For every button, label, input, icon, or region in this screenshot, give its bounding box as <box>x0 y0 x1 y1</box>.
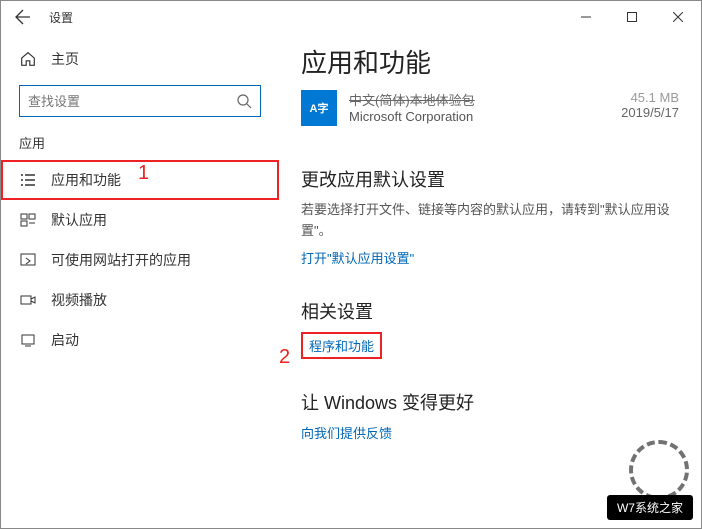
minimize-icon <box>581 12 591 22</box>
open-defaults-link[interactable]: 打开"默认应用设置" <box>301 248 414 267</box>
app-left: A字 中文(简体)本地体验包 Microsoft Corporation <box>301 90 475 126</box>
home-icon <box>19 50 37 68</box>
programs-features-link[interactable]: 程序和功能 <box>301 332 382 359</box>
app-right: 45.1 MB 2019/5/17 <box>621 90 679 120</box>
sidebar-item-default-apps[interactable]: 默认应用 <box>1 200 279 240</box>
close-icon <box>673 12 683 22</box>
sidebar-item-startup[interactable]: 启动 <box>1 320 279 360</box>
search-icon <box>236 93 252 109</box>
titlebar-left: 设置 <box>9 3 73 31</box>
list-icon <box>19 171 37 189</box>
home-link[interactable]: 主页 <box>1 43 279 75</box>
maximize-button[interactable] <box>609 1 655 33</box>
app-meta: 中文(简体)本地体验包 Microsoft Corporation <box>349 90 475 124</box>
app-publisher: Microsoft Corporation <box>349 109 475 124</box>
video-icon <box>19 291 37 309</box>
arrow-left-icon <box>15 9 31 25</box>
sidebar-item-label: 视频播放 <box>51 290 107 310</box>
web-apps-icon <box>19 251 37 269</box>
sidebar-item-video[interactable]: 视频播放 <box>1 280 279 320</box>
home-label: 主页 <box>51 49 79 69</box>
main-panel: 应用和功能 A字 中文(简体)本地体验包 Microsoft Corporati… <box>279 33 701 528</box>
sidebar-item-apps-features[interactable]: 应用和功能 1 <box>1 160 279 200</box>
feedback-link[interactable]: 向我们提供反馈 <box>301 423 392 442</box>
app-size: 45.1 MB <box>621 90 679 105</box>
watermark-seal-icon <box>629 440 689 500</box>
annotation-1: 1 <box>138 162 149 185</box>
sidebar: 主页 应用 应用和功能 1 默认应用 可使用网站打开的应用 视频播放 启动 <box>1 33 279 528</box>
page-title: 应用和功能 <box>301 43 679 80</box>
titlebar: 设置 <box>1 1 701 33</box>
app-tile-icon: A字 <box>301 90 337 126</box>
app-name: 中文(简体)本地体验包 <box>349 90 475 109</box>
feedback-section: 让 Windows 变得更好 向我们提供反馈 <box>301 389 679 443</box>
sidebar-section-header: 应用 <box>1 133 279 160</box>
watermark-text: W7系统之家 <box>607 495 693 520</box>
sidebar-item-web-apps[interactable]: 可使用网站打开的应用 <box>1 240 279 280</box>
maximize-icon <box>627 12 637 22</box>
app-list-item[interactable]: A字 中文(简体)本地体验包 Microsoft Corporation 45.… <box>301 90 679 126</box>
minimize-button[interactable] <box>563 1 609 33</box>
sidebar-item-label: 启动 <box>51 330 79 350</box>
watermark: W7系统之家 <box>493 440 693 520</box>
app-date: 2019/5/17 <box>621 105 679 120</box>
window-title: 设置 <box>49 9 73 26</box>
section-desc: 若要选择打开文件、链接等内容的默认应用，请转到"默认应用设置"。 <box>301 200 679 242</box>
change-defaults-section: 更改应用默认设置 若要选择打开文件、链接等内容的默认应用，请转到"默认应用设置"… <box>301 166 679 268</box>
startup-icon <box>19 331 37 349</box>
search-box[interactable] <box>19 85 261 117</box>
back-button[interactable] <box>9 3 37 31</box>
section-title: 相关设置 <box>301 298 679 324</box>
defaults-icon <box>19 211 37 229</box>
sidebar-item-label: 默认应用 <box>51 210 107 230</box>
window-controls <box>563 1 701 33</box>
content: 主页 应用 应用和功能 1 默认应用 可使用网站打开的应用 视频播放 启动 <box>1 33 701 528</box>
section-title: 让 Windows 变得更好 <box>301 389 679 415</box>
search-input[interactable] <box>28 94 236 109</box>
related-section: 相关设置 程序和功能 <box>301 298 679 359</box>
close-button[interactable] <box>655 1 701 33</box>
sidebar-item-label: 可使用网站打开的应用 <box>51 250 191 270</box>
annotation-2: 2 <box>279 346 290 369</box>
sidebar-item-label: 应用和功能 <box>51 170 121 190</box>
section-title: 更改应用默认设置 <box>301 166 679 192</box>
